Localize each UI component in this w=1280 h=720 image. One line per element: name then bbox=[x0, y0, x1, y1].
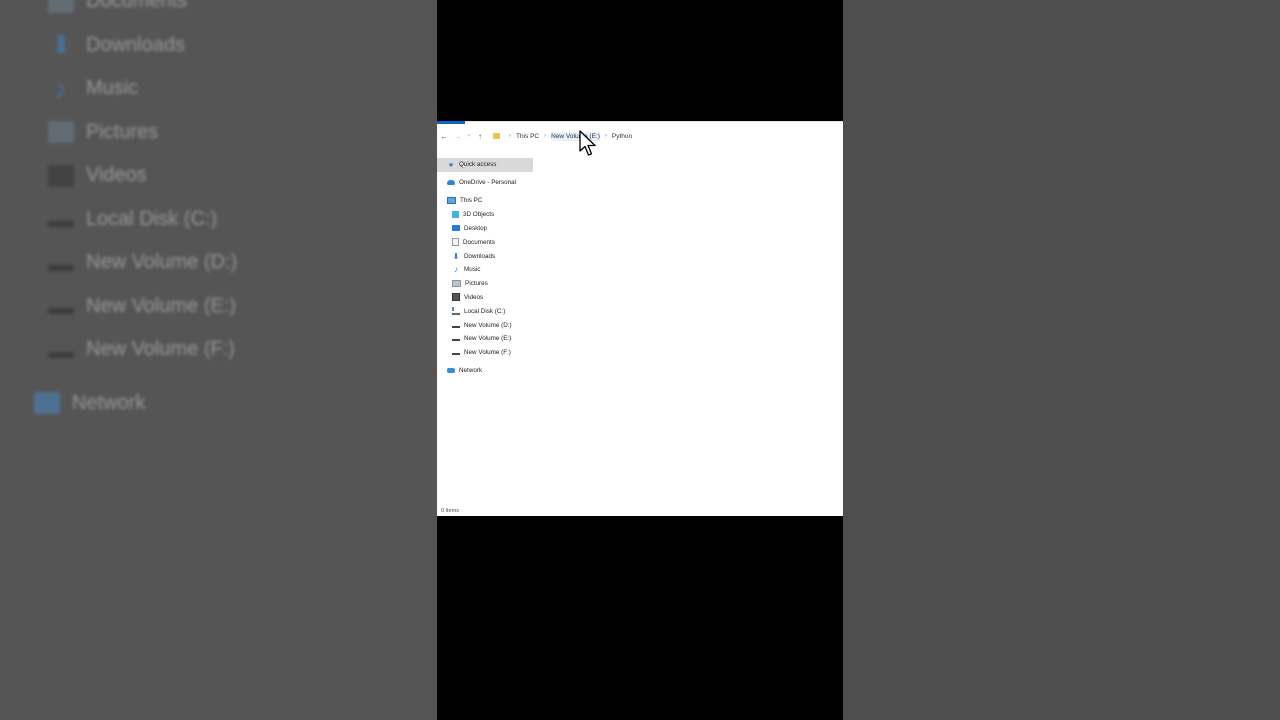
bg-item-network: Network bbox=[26, 382, 237, 426]
local-disk-icon bbox=[452, 307, 460, 316]
breadcrumb-chevron-icon[interactable]: › bbox=[509, 133, 511, 139]
video-frame: ← → ▾ ↑ › This PC › New Volume (E:) › Py… bbox=[437, 0, 843, 720]
cloud-icon bbox=[447, 180, 455, 186]
folder-icon bbox=[493, 133, 500, 139]
nav-item-local-disk-c[interactable]: Local Disk (C:) bbox=[437, 304, 527, 318]
file-explorer-window: ← → ▾ ↑ › This PC › New Volume (E:) › Py… bbox=[437, 121, 843, 516]
nav-item-this-pc[interactable]: This PC bbox=[437, 194, 527, 208]
film-icon bbox=[452, 293, 460, 302]
bg-item-volume-f: New Volume (F:) bbox=[40, 328, 237, 372]
music-note-icon: ♪ bbox=[454, 265, 458, 275]
breadcrumb-this-pc[interactable]: This PC bbox=[516, 133, 539, 140]
document-icon bbox=[452, 238, 459, 247]
recent-locations-chevron-icon[interactable]: ▾ bbox=[465, 133, 473, 139]
bg-item-pictures: Pictures bbox=[40, 111, 237, 155]
forward-arrow-icon[interactable]: → bbox=[451, 132, 465, 141]
drive-icon bbox=[452, 325, 460, 328]
loading-progress-strip bbox=[437, 121, 465, 124]
nav-item-new-volume-d[interactable]: New Volume (D:) bbox=[437, 318, 527, 332]
drive-icon bbox=[48, 264, 74, 271]
breadcrumb-python[interactable]: Python bbox=[612, 133, 632, 140]
blurred-backdrop-right bbox=[843, 0, 1280, 720]
window-top-border bbox=[465, 121, 843, 122]
nav-item-new-volume-e[interactable]: New Volume (E:) bbox=[437, 332, 527, 346]
bg-item-documents: Documents bbox=[40, 0, 237, 24]
drive-icon bbox=[48, 308, 74, 315]
bg-item-music: ♪ Music bbox=[40, 67, 237, 111]
nav-item-desktop[interactable]: Desktop bbox=[437, 222, 527, 236]
bg-item-downloads: ⬇ Downloads bbox=[40, 24, 237, 68]
nav-item-pictures[interactable]: Pictures bbox=[437, 277, 527, 291]
downloads-icon: ⬇ bbox=[50, 30, 72, 61]
breadcrumb-chevron-icon[interactable]: › bbox=[605, 133, 607, 139]
up-arrow-icon[interactable]: ↑ bbox=[473, 132, 487, 141]
bg-item-local-disk: Local Disk (C:) bbox=[40, 198, 237, 242]
nav-item-3d-objects[interactable]: 3D Objects bbox=[437, 208, 527, 222]
computer-icon bbox=[447, 197, 456, 205]
cube-3d-icon bbox=[452, 211, 459, 219]
nav-item-new-volume-f[interactable]: New Volume (F:) bbox=[437, 346, 527, 360]
blurred-nav-list: Documents ⬇ Downloads ♪ Music Pictures Vid… bbox=[34, 0, 237, 425]
download-arrow-icon: ⬇ bbox=[452, 251, 460, 261]
nav-item-network[interactable]: Network bbox=[437, 364, 527, 378]
nav-item-quick-access[interactable]: ★ Quick access bbox=[437, 158, 533, 172]
address-bar: ← → ▾ ↑ › This PC › New Volume (E:) › Py… bbox=[437, 127, 843, 145]
navigation-pane: ★ Quick access OneDrive - Personal This … bbox=[437, 158, 533, 378]
drive-icon bbox=[452, 353, 460, 356]
picture-icon bbox=[452, 280, 461, 288]
nav-item-videos[interactable]: Videos bbox=[437, 291, 527, 305]
nav-item-onedrive[interactable]: OneDrive - Personal bbox=[437, 176, 527, 190]
status-bar-item-count: 0 items bbox=[441, 508, 460, 514]
drive-icon bbox=[452, 339, 460, 342]
nav-item-downloads[interactable]: ⬇ Downloads bbox=[437, 249, 527, 263]
drive-icon bbox=[48, 351, 74, 358]
videos-icon bbox=[48, 164, 74, 187]
desktop-icon bbox=[452, 225, 460, 232]
documents-icon bbox=[48, 0, 74, 13]
bg-item-videos: Videos bbox=[40, 154, 237, 198]
nav-item-documents[interactable]: Documents bbox=[437, 235, 527, 249]
network-icon bbox=[447, 368, 455, 374]
star-pin-icon: ★ bbox=[447, 161, 455, 169]
blurred-backdrop-left: Documents ⬇ Downloads ♪ Music Pictures Vid… bbox=[0, 0, 437, 720]
nav-item-music[interactable]: ♪ Music bbox=[437, 263, 527, 277]
bg-item-volume-e: New Volume (E:) bbox=[40, 285, 237, 329]
music-icon: ♪ bbox=[54, 73, 68, 104]
mouse-pointer-icon bbox=[579, 130, 596, 156]
back-arrow-icon[interactable]: ← bbox=[437, 132, 451, 141]
pictures-icon bbox=[48, 121, 74, 144]
network-icon bbox=[34, 392, 60, 415]
local-disk-icon bbox=[48, 221, 74, 228]
breadcrumb-chevron-icon[interactable]: › bbox=[544, 133, 546, 139]
bg-item-volume-d: New Volume (D:) bbox=[40, 241, 237, 285]
